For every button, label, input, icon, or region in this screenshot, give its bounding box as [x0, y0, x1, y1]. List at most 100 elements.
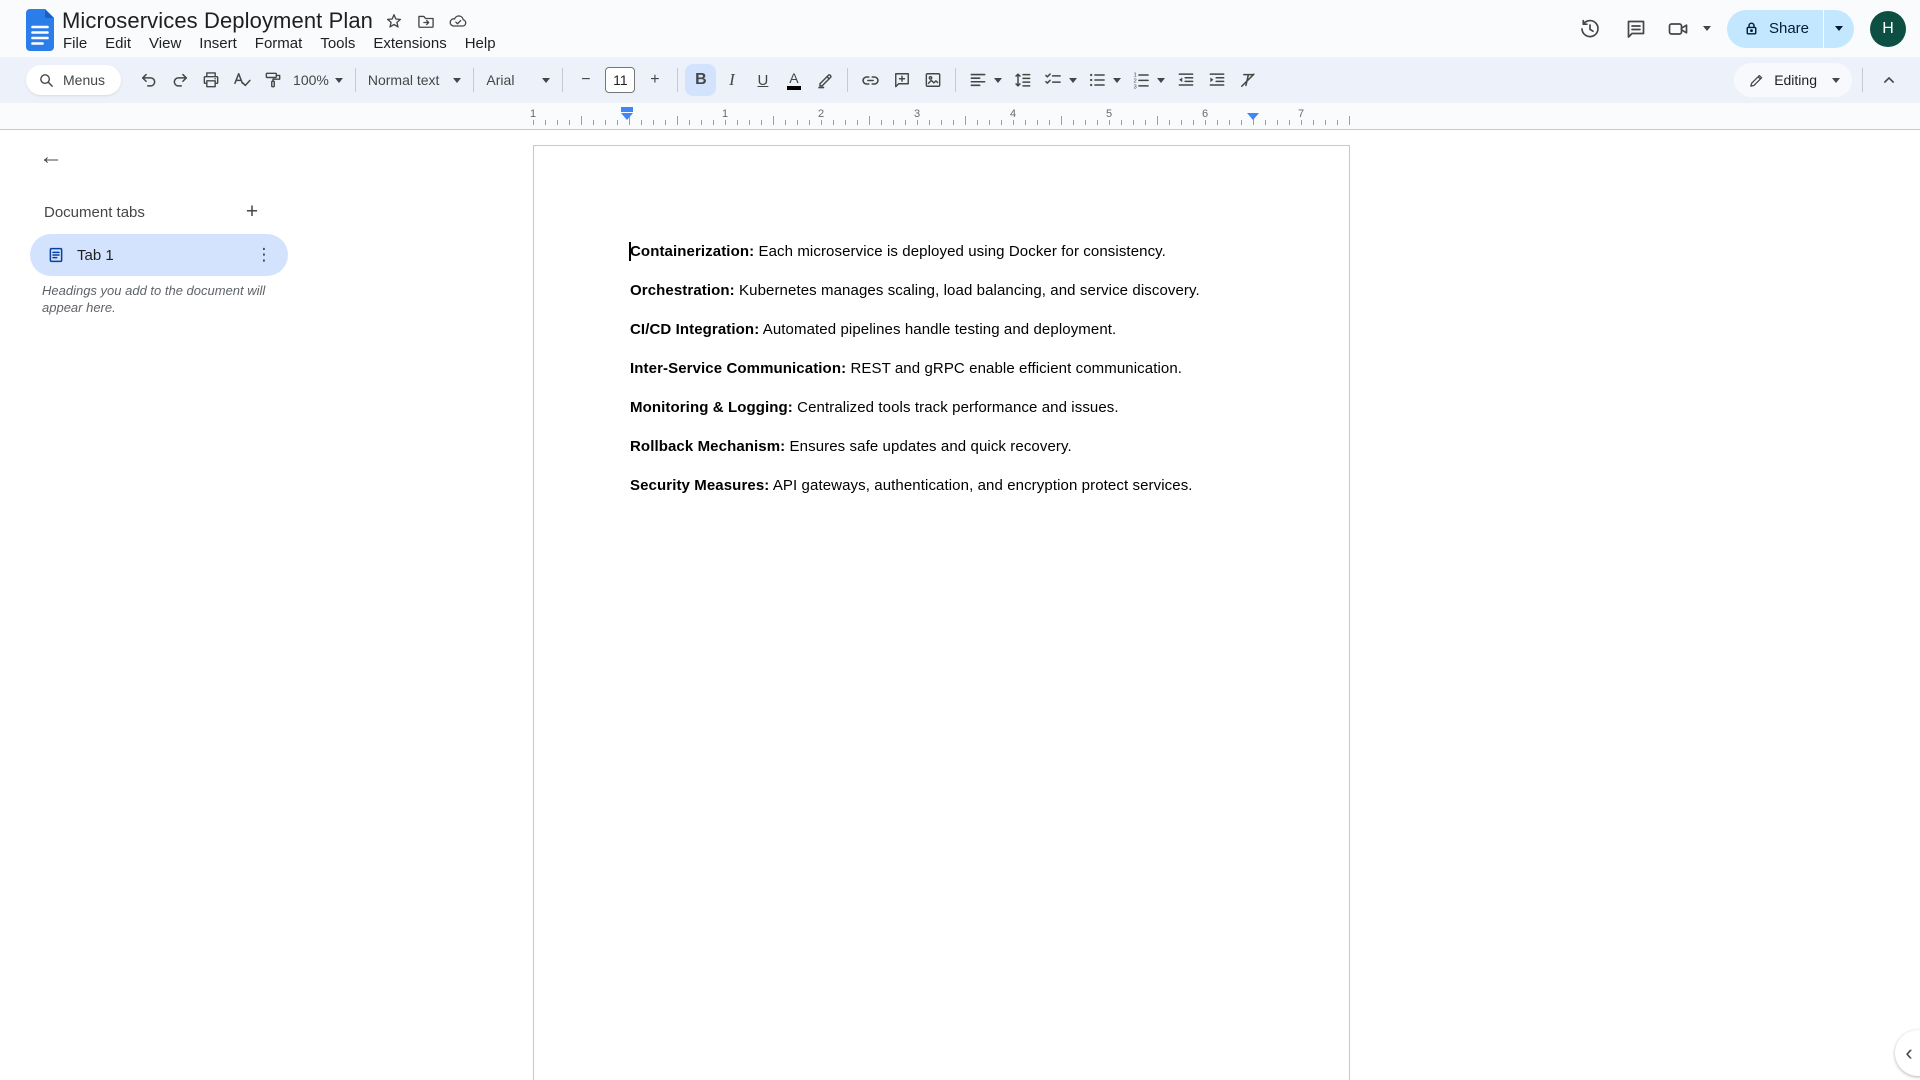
font-size-decrease-button[interactable]: −: [570, 64, 601, 96]
line-spacing-button[interactable]: [1007, 64, 1038, 96]
bulleted-list-icon: [1087, 70, 1107, 90]
font-select[interactable]: Arial: [481, 64, 555, 96]
cloud-saved-icon[interactable]: [447, 10, 469, 32]
move-folder-icon[interactable]: [415, 10, 437, 32]
lock-icon: [1743, 20, 1760, 37]
paragraph-style-select[interactable]: Normal text: [363, 64, 467, 96]
checklist-icon: [1043, 70, 1063, 90]
zoom-select[interactable]: 100%: [288, 64, 348, 96]
back-button[interactable]: ←: [36, 142, 66, 172]
chevron-up-icon: [1879, 70, 1899, 90]
horizontal-ruler: 1 1 2 3 4 5 6 7: [0, 103, 1920, 130]
paint-format-button[interactable]: [257, 64, 288, 96]
doc-paragraph: Security Measures: API gateways, authent…: [630, 476, 1255, 495]
menu-edit[interactable]: Edit: [96, 33, 140, 54]
redo-icon: [170, 70, 190, 90]
menus-search-button[interactable]: Menus: [26, 65, 121, 95]
increase-indent-button[interactable]: [1201, 64, 1232, 96]
undo-icon: [139, 70, 159, 90]
insert-link-button[interactable]: [855, 64, 886, 96]
insert-image-button[interactable]: [917, 64, 948, 96]
toolbar-divider: [955, 68, 956, 92]
hide-menus-button[interactable]: [1873, 64, 1904, 96]
left-indent-marker[interactable]: [621, 107, 633, 120]
menu-view[interactable]: View: [140, 33, 190, 54]
share-button[interactable]: Share: [1727, 10, 1854, 48]
document-tabs-header: Document tabs +: [44, 198, 266, 226]
image-icon: [923, 70, 943, 90]
paragraph-text: Each microservice is deployed using Dock…: [754, 243, 1166, 260]
add-comment-icon: [892, 70, 912, 90]
back-arrow-icon: ←: [39, 143, 63, 171]
toolbar-right: Editing: [1734, 57, 1904, 103]
ruler-number: 7: [1295, 108, 1307, 120]
avatar[interactable]: H: [1870, 11, 1906, 47]
doc-paragraph: Containerization: Each microservice is d…: [630, 242, 1255, 261]
page-content[interactable]: Containerization: Each microservice is d…: [630, 242, 1255, 515]
font-size-input[interactable]: [605, 67, 635, 93]
clear-formatting-button[interactable]: [1232, 64, 1263, 96]
ruler-number: 1: [527, 108, 539, 120]
line-spacing-icon: [1013, 70, 1033, 90]
italic-button[interactable]: I: [716, 64, 747, 96]
star-icon[interactable]: [383, 10, 405, 32]
headings-hint: Headings you add to the document will ap…: [42, 282, 298, 316]
tab-document-icon: [47, 246, 65, 264]
chevron-down-icon: [453, 78, 461, 83]
add-tab-button[interactable]: +: [238, 198, 266, 226]
app-header: Microservices Deployment Plan Fi: [0, 0, 1920, 57]
document-title[interactable]: Microservices Deployment Plan: [62, 8, 373, 34]
chevron-down-icon: [335, 78, 343, 83]
bold-button[interactable]: B: [685, 64, 716, 96]
text-color-button[interactable]: A: [778, 64, 809, 96]
share-main[interactable]: Share: [1727, 10, 1823, 48]
numbered-list-button[interactable]: 1 2 3: [1126, 64, 1170, 96]
paint-format-icon: [263, 70, 283, 90]
add-comment-button[interactable]: [886, 64, 917, 96]
undo-button[interactable]: [133, 64, 164, 96]
meet-caret-icon[interactable]: [1703, 26, 1711, 31]
sidebar-item-tab1[interactable]: Tab 1 ⋮: [30, 234, 288, 276]
font-size-increase-button[interactable]: +: [639, 64, 670, 96]
ruler-number: 2: [815, 108, 827, 120]
menu-tools[interactable]: Tools: [311, 33, 364, 54]
menu-format[interactable]: Format: [246, 33, 312, 54]
align-button[interactable]: [963, 64, 1007, 96]
document-page[interactable]: Containerization: Each microservice is d…: [533, 145, 1350, 1080]
doc-paragraph: Monitoring & Logging: Centralized tools …: [630, 398, 1255, 417]
checklist-button[interactable]: [1038, 64, 1082, 96]
header-actions: Share H: [1567, 0, 1906, 57]
redo-button[interactable]: [164, 64, 195, 96]
right-indent-marker[interactable]: [1247, 113, 1259, 120]
highlight-color-button[interactable]: [809, 64, 840, 96]
toolbar-divider: [355, 68, 356, 92]
tab-options-button[interactable]: ⋮: [250, 241, 278, 269]
comments-icon[interactable]: [1613, 6, 1659, 52]
version-history-icon[interactable]: [1567, 6, 1613, 52]
ruler-number: 4: [1007, 108, 1019, 120]
zoom-value: 100%: [293, 72, 329, 88]
mode-select[interactable]: Editing: [1734, 63, 1852, 97]
underline-button[interactable]: U: [747, 64, 778, 96]
docs-logo-icon[interactable]: [24, 9, 56, 51]
print-button[interactable]: [195, 64, 226, 96]
bulleted-list-button[interactable]: [1082, 64, 1126, 96]
menu-insert[interactable]: Insert: [190, 33, 246, 54]
meet-video-icon[interactable]: [1659, 6, 1697, 52]
chevron-down-icon: [1157, 78, 1165, 83]
paragraph-text: REST and gRPC enable efficient communica…: [846, 360, 1182, 377]
align-left-icon: [968, 70, 988, 90]
share-caret-icon[interactable]: [1824, 10, 1854, 48]
print-icon: [201, 70, 221, 90]
spellcheck-icon: [232, 70, 252, 90]
menu-help[interactable]: Help: [456, 33, 505, 54]
menu-extensions[interactable]: Extensions: [364, 33, 455, 54]
decrease-indent-button[interactable]: [1170, 64, 1201, 96]
search-icon: [38, 72, 55, 89]
first-line-indent-marker[interactable]: [621, 107, 633, 112]
increase-indent-icon: [1207, 70, 1227, 90]
side-panel-toggle-button[interactable]: ‹: [1895, 1030, 1920, 1076]
spellcheck-button[interactable]: [226, 64, 257, 96]
menu-file[interactable]: File: [54, 33, 96, 54]
chevron-down-icon: [1832, 78, 1840, 83]
